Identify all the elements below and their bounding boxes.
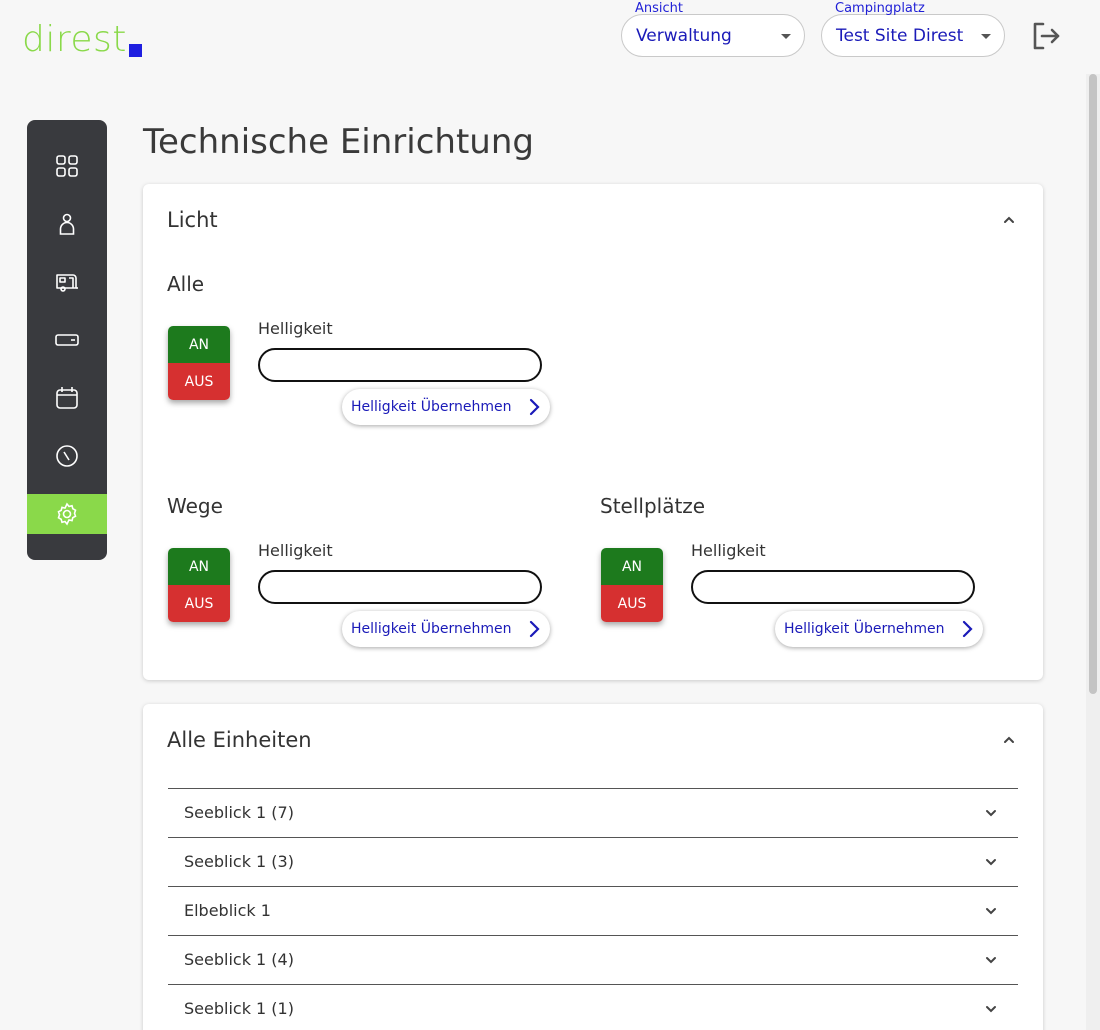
chevron-down-icon bbox=[986, 1006, 996, 1013]
sidebar-item-navigation[interactable] bbox=[27, 436, 107, 476]
unit-label: Elbeblick 1 bbox=[184, 901, 271, 920]
chevron-right-icon bbox=[529, 620, 540, 638]
compass-icon bbox=[56, 445, 78, 467]
toggle-stellplaetze: AN AUS bbox=[601, 548, 663, 622]
section-title-alle: Alle bbox=[167, 272, 205, 296]
calendar-icon bbox=[56, 387, 78, 409]
sidebar-item-guests[interactable] bbox=[27, 204, 107, 244]
off-button-stellplaetze[interactable]: AUS bbox=[601, 585, 663, 622]
logo-text: direst bbox=[22, 19, 127, 60]
unit-label: Seeblick 1 (7) bbox=[184, 803, 294, 822]
brightness-input-wege[interactable] bbox=[258, 570, 542, 604]
chevron-down-icon bbox=[986, 957, 996, 964]
chevron-up-icon[interactable] bbox=[1001, 212, 1017, 228]
on-button-wege[interactable]: AN bbox=[168, 548, 230, 585]
unit-list: Seeblick 1 (7) Seeblick 1 (3) Elbeblick … bbox=[168, 788, 1018, 1030]
apply-brightness-button-stellplaetze[interactable]: Helligkeit Übernehmen bbox=[775, 611, 983, 647]
brightness-label-wege: Helligkeit bbox=[258, 541, 333, 560]
unit-row[interactable]: Seeblick 1 (3) bbox=[168, 837, 1018, 886]
unit-label: Seeblick 1 (3) bbox=[184, 852, 294, 871]
sidebar-item-dashboard[interactable] bbox=[27, 146, 107, 186]
units-panel-title[interactable]: Alle Einheiten bbox=[167, 728, 312, 752]
apply-brightness-button-alle[interactable]: Helligkeit Übernehmen bbox=[342, 389, 550, 425]
site-select-label: Campingplatz bbox=[835, 1, 925, 16]
sidebar bbox=[27, 120, 107, 560]
unit-row[interactable]: Seeblick 1 (1) bbox=[168, 984, 1018, 1030]
chevron-right-icon bbox=[529, 398, 540, 416]
sidebar-item-calendar[interactable] bbox=[27, 378, 107, 418]
off-button-wege[interactable]: AUS bbox=[168, 585, 230, 622]
logo-square bbox=[128, 44, 142, 57]
page-scrollbar[interactable] bbox=[1086, 74, 1100, 1030]
logout-icon[interactable] bbox=[1030, 20, 1062, 52]
apply-brightness-label: Helligkeit Übernehmen bbox=[351, 621, 512, 637]
section-title-wege: Wege bbox=[167, 494, 223, 518]
person-icon bbox=[59, 213, 75, 235]
brightness-label-alle: Helligkeit bbox=[258, 319, 333, 338]
brightness-input-stellplaetze[interactable] bbox=[691, 570, 975, 604]
units-panel: Alle Einheiten Seeblick 1 (7) Seeblick 1… bbox=[143, 704, 1043, 1030]
unit-row[interactable]: Seeblick 1 (4) bbox=[168, 935, 1018, 984]
licht-panel-title[interactable]: Licht bbox=[167, 208, 218, 232]
scrollbar-thumb[interactable] bbox=[1089, 74, 1097, 694]
unit-label: Seeblick 1 (4) bbox=[184, 950, 294, 969]
sidebar-item-units[interactable] bbox=[27, 262, 107, 302]
unit-row[interactable]: Seeblick 1 (7) bbox=[168, 788, 1018, 837]
chevron-up-icon[interactable] bbox=[1001, 732, 1017, 748]
apply-brightness-label: Helligkeit Übernehmen bbox=[351, 399, 512, 415]
gear-icon bbox=[57, 502, 77, 526]
dashboard-grid-icon bbox=[56, 155, 78, 177]
section-title-stellplaetze: Stellplätze bbox=[600, 494, 706, 518]
toggle-alle: AN AUS bbox=[168, 326, 230, 400]
on-button-alle[interactable]: AN bbox=[168, 326, 230, 363]
unit-row[interactable]: Elbeblick 1 bbox=[168, 886, 1018, 935]
site-select[interactable]: Campingplatz Test Site Direst bbox=[821, 1, 1005, 57]
sidebar-item-settings[interactable] bbox=[27, 494, 107, 534]
caret-down-icon bbox=[781, 34, 791, 39]
site-select-value: Test Site Direst bbox=[836, 26, 964, 46]
unit-label: Seeblick 1 (1) bbox=[184, 999, 294, 1018]
chevron-right-icon bbox=[962, 620, 973, 638]
licht-panel: Licht Alle AN AUS Helligkeit Helligkeit … bbox=[143, 184, 1043, 680]
off-button-alle[interactable]: AUS bbox=[168, 363, 230, 400]
chevron-down-icon bbox=[986, 859, 996, 866]
apply-brightness-button-wege[interactable]: Helligkeit Übernehmen bbox=[342, 611, 550, 647]
chevron-down-icon bbox=[986, 908, 996, 915]
view-select-label: Ansicht bbox=[635, 1, 684, 16]
brightness-input-alle[interactable] bbox=[258, 348, 542, 382]
view-select-value: Verwaltung bbox=[636, 26, 732, 46]
view-select[interactable]: Ansicht Verwaltung bbox=[621, 1, 805, 57]
apply-brightness-label: Helligkeit Übernehmen bbox=[784, 621, 945, 637]
caravan-icon bbox=[56, 274, 78, 292]
brand-logo[interactable]: direst bbox=[22, 22, 142, 58]
page-title: Technische Einrichtung bbox=[143, 122, 534, 162]
on-button-stellplaetze[interactable]: AN bbox=[601, 548, 663, 585]
wallet-icon bbox=[55, 334, 79, 346]
caret-down-icon bbox=[981, 34, 991, 39]
brightness-label-stellplaetze: Helligkeit bbox=[691, 541, 766, 560]
sidebar-item-payments[interactable] bbox=[27, 320, 107, 360]
chevron-down-icon bbox=[986, 810, 996, 817]
toggle-wege: AN AUS bbox=[168, 548, 230, 622]
